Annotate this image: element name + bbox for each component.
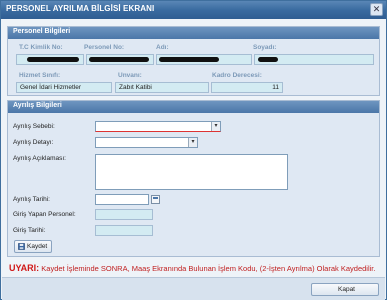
personel-no-field[interactable] [86, 54, 154, 65]
calendar-icon[interactable] [151, 195, 160, 204]
ayrilis-panel: Ayrılış Bilgileri Ayrılış Sebebi: ▾ Ayrı… [7, 100, 380, 257]
kapat-label: Kapat [338, 286, 355, 293]
warning-prefix: UYARI: [9, 263, 40, 273]
unvan-field[interactable]: Zabıt Katibi [115, 82, 209, 93]
kaydet-button[interactable]: Kaydet [14, 240, 52, 253]
kadro-derecesi-label: Kadro Derecesi: [212, 72, 262, 79]
redacted-block [89, 57, 149, 62]
footer-bar: Kapat [2, 277, 385, 300]
ayrilis-detayi-select[interactable]: ▾ [95, 137, 198, 148]
ayrilis-detayi-label: Ayrılış Detayı: [13, 139, 54, 146]
hizmet-sinifi-label: Hizmet Sınıfı: [19, 72, 61, 79]
ayrilis-sebebi-label: Ayrılış Sebebi: [13, 123, 55, 130]
personel-no-label: Personel No: [84, 44, 125, 51]
personel-panel: Personel Bilgileri T.C Kimlik No: Person… [7, 26, 380, 96]
tc-kimlik-label: T.C Kimlik No: [19, 44, 63, 51]
close-icon: ✕ [372, 4, 381, 14]
ayrilis-panel-header: Ayrılış Bilgileri [8, 101, 379, 113]
warning-text: Kaydet İşleminde SONRA, Maaş Ekranında B… [41, 264, 376, 273]
kadro-derecesi-field[interactable]: 11 [211, 82, 283, 93]
chevron-down-icon[interactable]: ▾ [188, 138, 197, 147]
kaydet-label: Kaydet [27, 243, 48, 250]
giris-tarihi-label: Giriş Tarihi: [13, 227, 46, 234]
warning-message: UYARI: Kaydet İşleminde SONRA, Maaş Ekra… [9, 263, 375, 273]
redacted-block [159, 57, 219, 62]
giris-tarihi-field[interactable] [95, 225, 153, 236]
ayrilis-tarihi-input[interactable] [95, 194, 149, 205]
personel-panel-header: Personel Bilgileri [8, 27, 379, 39]
hizmet-sinifi-value: Genel İdari Hizmetler [20, 84, 82, 91]
personel-panel-title: Personel Bilgileri [13, 28, 71, 35]
title-bar[interactable]: PERSONEL AYRILMA BİLGİSİ EKRANI ✕ [1, 1, 386, 19]
giris-yapan-personel-label: Giriş Yapan Personel: [13, 211, 76, 218]
soyad-label: Soyadı: [253, 44, 277, 51]
floppy-disk-icon [18, 243, 25, 250]
ad-label: Adı: [156, 44, 169, 51]
kadro-derecesi-value: 11 [272, 84, 279, 91]
ayrilis-aciklamasi-textarea[interactable] [95, 154, 288, 190]
ayrilis-panel-title: Ayrılış Bilgileri [13, 102, 62, 109]
redacted-block [258, 57, 278, 62]
unvan-label: Unvanı: [118, 72, 142, 79]
ayrilis-tarihi-label: Ayrılış Tarihi: [13, 196, 50, 203]
hizmet-sinifi-field[interactable]: Genel İdari Hizmetler [16, 82, 112, 93]
window-title: PERSONEL AYRILMA BİLGİSİ EKRANI [6, 4, 155, 13]
tc-kimlik-field[interactable] [16, 54, 84, 65]
redacted-block [27, 57, 79, 62]
ayrilis-sebebi-select[interactable]: ▾ [95, 121, 221, 132]
soyad-field[interactable] [254, 54, 374, 65]
chevron-down-icon[interactable]: ▾ [211, 122, 220, 131]
dialog-window: PERSONEL AYRILMA BİLGİSİ EKRANI ✕ Person… [0, 0, 387, 300]
kapat-button[interactable]: Kapat [311, 283, 379, 296]
ad-field[interactable] [156, 54, 252, 65]
ayrilis-aciklamasi-label: Ayrılış Açıklaması: [13, 155, 66, 162]
unvan-value: Zabıt Katibi [119, 84, 152, 91]
giris-yapan-personel-field[interactable] [95, 209, 153, 220]
close-button[interactable]: ✕ [370, 3, 383, 16]
